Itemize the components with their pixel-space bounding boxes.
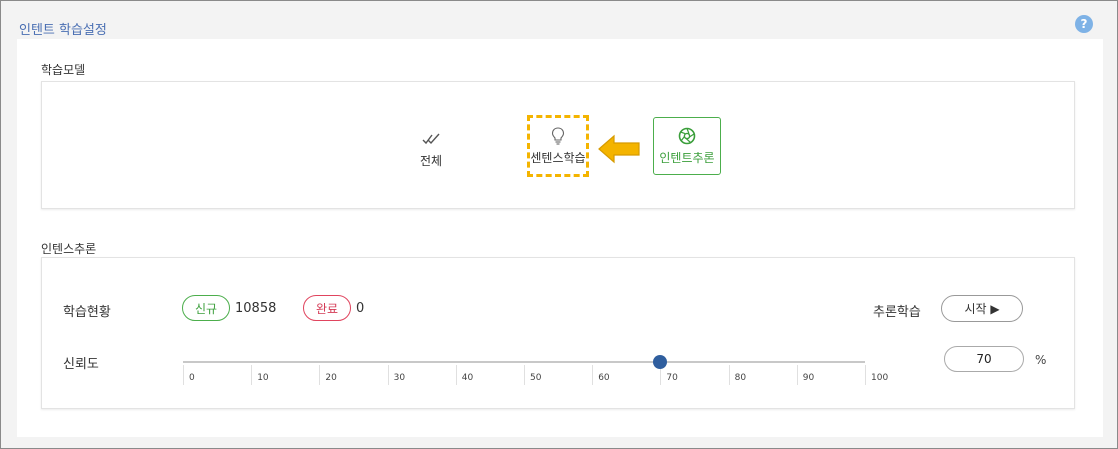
slider-tick-label: 40 (461, 373, 474, 383)
learning-model-label: 학습모델 (41, 63, 86, 77)
slider-tick (728, 365, 730, 385)
new-count: 10858 (235, 301, 277, 316)
lightbulb-icon (551, 126, 565, 146)
help-icon[interactable]: ? (1075, 15, 1093, 33)
confidence-label: 신뢰도 (63, 357, 99, 372)
start-button[interactable]: 시작 ▶ (941, 295, 1023, 322)
confidence-input[interactable]: 70 (944, 346, 1024, 372)
model-option-sentence[interactable]: 센텐스학습 (527, 115, 589, 177)
slider-tick-label: 100 (871, 373, 889, 383)
page-title: 인텐트 학습설정 (19, 23, 107, 38)
slider-tick-label: 90 (802, 373, 815, 383)
settings-window: 인텐트 학습설정 ? 학습모델 전체 센텐스학습 인텐트추론 인텐스추론 학습현… (0, 0, 1118, 449)
inference-section-label: 인텐스추론 (41, 242, 97, 256)
slider-tick (251, 365, 253, 385)
slider-tick-label: 70 (666, 373, 678, 383)
model-option-all[interactable]: 전체 (409, 129, 453, 169)
slider-tick-label: 50 (530, 373, 542, 383)
slider-tick-label: 30 (393, 373, 406, 383)
slider-tick (387, 365, 389, 385)
slider-tick-label: 60 (598, 373, 610, 383)
model-option-sentence-label: 센텐스학습 (530, 151, 586, 165)
model-option-intent[interactable]: 인텐트추론 (653, 117, 721, 175)
status-label: 학습현황 (63, 305, 111, 320)
done-badge: 완료 (303, 295, 351, 321)
slider-tick (319, 365, 321, 385)
double-check-icon (422, 129, 440, 149)
model-option-intent-label: 인텐트추론 (659, 151, 715, 165)
slider-tick (865, 365, 866, 385)
train-label: 추론학습 (873, 305, 921, 320)
slider-tick-label: 80 (734, 373, 747, 383)
slider-tick (455, 365, 457, 385)
model-option-all-label: 전체 (419, 154, 443, 168)
slider-tick (592, 365, 594, 385)
inference-card (41, 257, 1075, 409)
slider-tick-label: 10 (257, 373, 269, 383)
left-arrow-icon (597, 134, 641, 168)
slider-tick-label: 20 (325, 373, 337, 383)
slider-tick (796, 365, 798, 385)
slider-tick (183, 365, 184, 385)
slider-tick-label: 0 (189, 373, 195, 383)
confidence-slider[interactable] (183, 361, 865, 363)
slider-tick (524, 365, 525, 385)
percent-unit: % (1035, 353, 1047, 367)
done-count: 0 (356, 301, 365, 316)
new-badge: 신규 (182, 295, 230, 321)
aperture-icon (678, 126, 696, 146)
